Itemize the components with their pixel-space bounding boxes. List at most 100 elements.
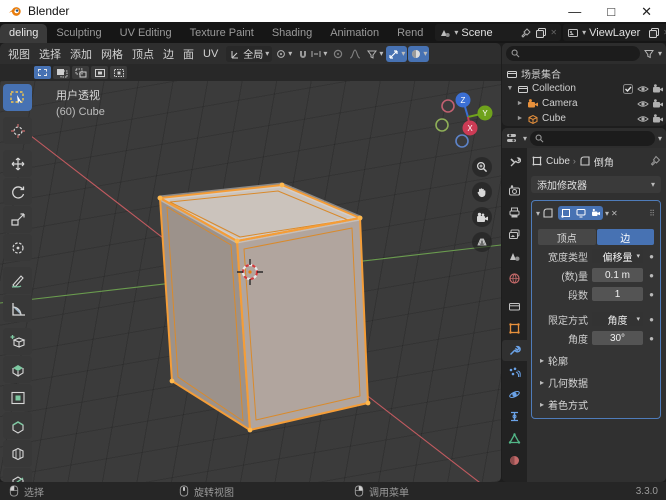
snap-toggle[interactable]: ▾: [295, 46, 329, 62]
tool-knife[interactable]: [3, 468, 32, 482]
tool-scale[interactable]: [3, 206, 32, 233]
new-view-layer-icon[interactable]: [648, 27, 660, 39]
tool-bevel[interactable]: [3, 412, 32, 439]
tab-render[interactable]: Rend: [388, 24, 432, 43]
tab-scene[interactable]: [502, 246, 527, 267]
menu-vertex[interactable]: 顶点: [128, 44, 158, 64]
tab-uv-editing[interactable]: UV Editing: [111, 24, 181, 43]
tool-move[interactable]: [3, 150, 32, 177]
drag-handle[interactable]: ⠿: [649, 209, 656, 218]
checkbox-checked-icon[interactable]: [622, 83, 634, 95]
tab-output[interactable]: [502, 202, 527, 223]
outliner-row-scene-collection[interactable]: 场景集合: [506, 66, 664, 81]
falloff-dropdown[interactable]: [347, 46, 363, 62]
tab-tool[interactable]: [502, 152, 527, 173]
ortho-toggle-button[interactable]: [472, 232, 492, 252]
transform-orientation-dropdown[interactable]: 全局 ▾: [226, 45, 273, 62]
tab-animation[interactable]: Animation: [321, 24, 388, 43]
eye-icon[interactable]: [637, 98, 649, 110]
keyframe-dot[interactable]: ●: [647, 290, 656, 299]
select-mode-intersect[interactable]: [110, 66, 127, 79]
tab-collection[interactable]: [502, 296, 527, 317]
keyframe-dot[interactable]: ●: [647, 315, 656, 324]
close-button[interactable]: ✕: [641, 5, 652, 18]
tool-select-box[interactable]: [3, 84, 32, 111]
tool-inset-faces[interactable]: [3, 384, 32, 411]
maximize-button[interactable]: □: [607, 5, 615, 18]
object-visibility-dropdown[interactable]: ▾: [364, 46, 385, 62]
segments-field[interactable]: 1: [592, 287, 643, 301]
select-mode-subtract[interactable]: [72, 66, 89, 79]
camera-view-button[interactable]: [472, 207, 492, 227]
eye-icon[interactable]: [637, 113, 649, 125]
tool-cursor[interactable]: [3, 117, 32, 144]
tool-add-cube[interactable]: [3, 328, 32, 355]
outliner-row-collection[interactable]: ▼ Collection: [506, 81, 664, 96]
menu-uv[interactable]: UV: [199, 46, 222, 62]
scene-selector[interactable]: ▾ Scene ✕: [435, 24, 562, 41]
tab-object[interactable]: [502, 318, 527, 339]
modifier-extras-dropdown[interactable]: ▾: [605, 209, 609, 218]
section-geometry[interactable]: ▸ 几何数据: [536, 374, 656, 390]
breadcrumb-modifier[interactable]: 倒角: [594, 154, 614, 169]
panel-expand-icon[interactable]: ▾: [536, 209, 540, 218]
menu-edge[interactable]: 边: [159, 44, 178, 64]
limit-method-dropdown[interactable]: 角度 ▾: [592, 312, 643, 327]
minimize-button[interactable]: —: [568, 5, 581, 18]
angle-field[interactable]: 30°: [592, 331, 643, 345]
tool-measure[interactable]: [3, 295, 32, 322]
filter-icon[interactable]: [643, 48, 655, 60]
zoom-button[interactable]: [472, 157, 492, 177]
proportional-editing-toggle[interactable]: [330, 46, 346, 62]
tab-particles[interactable]: [502, 362, 527, 383]
menu-face[interactable]: 面: [179, 44, 198, 64]
outliner-row-camera[interactable]: ► Camera: [506, 96, 664, 111]
tool-transform[interactable]: [3, 234, 32, 261]
tool-annotate[interactable]: [3, 267, 32, 294]
render-camera-icon[interactable]: [652, 83, 664, 95]
affect-vertices-tab[interactable]: 顶点: [538, 229, 596, 245]
pan-button[interactable]: [472, 182, 492, 202]
keyframe-dot[interactable]: ●: [647, 271, 656, 280]
section-profile[interactable]: ▸ 轮廓: [536, 352, 656, 368]
outliner-search-input[interactable]: [506, 46, 640, 61]
breadcrumb-object[interactable]: Cube: [546, 156, 570, 167]
affect-edges-tab[interactable]: 边: [596, 229, 654, 245]
show-gizmos-toggle[interactable]: ▾: [386, 45, 408, 62]
menu-add[interactable]: 添加: [66, 44, 96, 64]
tool-extrude-region[interactable]: [3, 356, 32, 383]
properties-search-input[interactable]: [530, 130, 655, 146]
pin-icon[interactable]: [649, 155, 661, 167]
display-edit-mode-toggle[interactable]: [558, 206, 573, 220]
tab-modeling[interactable]: deling: [0, 24, 48, 43]
menu-select[interactable]: 选择: [35, 44, 65, 64]
render-camera-icon[interactable]: [652, 98, 664, 110]
select-mode-extend[interactable]: [53, 66, 70, 79]
tool-loop-cut[interactable]: [3, 440, 32, 467]
tab-material[interactable]: [502, 450, 527, 471]
gizmo-axis-x-neg[interactable]: [441, 99, 455, 113]
tab-modifiers[interactable]: [502, 340, 527, 361]
add-modifier-dropdown[interactable]: 添加修改器 ▾: [531, 176, 661, 193]
gizmo-axis-z-neg[interactable]: [455, 134, 469, 148]
tab-texture-paint[interactable]: Texture Paint: [181, 24, 263, 43]
display-render-toggle[interactable]: [588, 206, 603, 220]
disclosure-closed-icon[interactable]: ►: [516, 100, 524, 107]
pivot-point-dropdown[interactable]: ▾: [273, 46, 294, 62]
disclosure-open-icon[interactable]: ▼: [506, 85, 514, 92]
amount-field[interactable]: 0.1 m: [592, 268, 643, 282]
display-realtime-toggle[interactable]: [573, 206, 588, 220]
viewport-shading-solid[interactable]: ▾: [408, 45, 430, 62]
render-camera-icon[interactable]: [652, 113, 664, 125]
keyframe-dot[interactable]: ●: [647, 252, 656, 261]
view-layer-selector[interactable]: ▾ ViewLayer ✕: [563, 24, 666, 41]
menu-view[interactable]: 视图: [4, 44, 34, 64]
navigation-gizmo[interactable]: Z Y X: [435, 87, 497, 149]
gizmo-axis-y-neg[interactable]: [435, 118, 449, 132]
tool-rotate[interactable]: [3, 178, 32, 205]
tab-view-layer[interactable]: [502, 224, 527, 245]
tab-constraints[interactable]: [502, 406, 527, 427]
cube-object[interactable]: [157, 182, 371, 433]
tab-render[interactable]: [502, 180, 527, 201]
eye-icon[interactable]: [637, 83, 649, 95]
